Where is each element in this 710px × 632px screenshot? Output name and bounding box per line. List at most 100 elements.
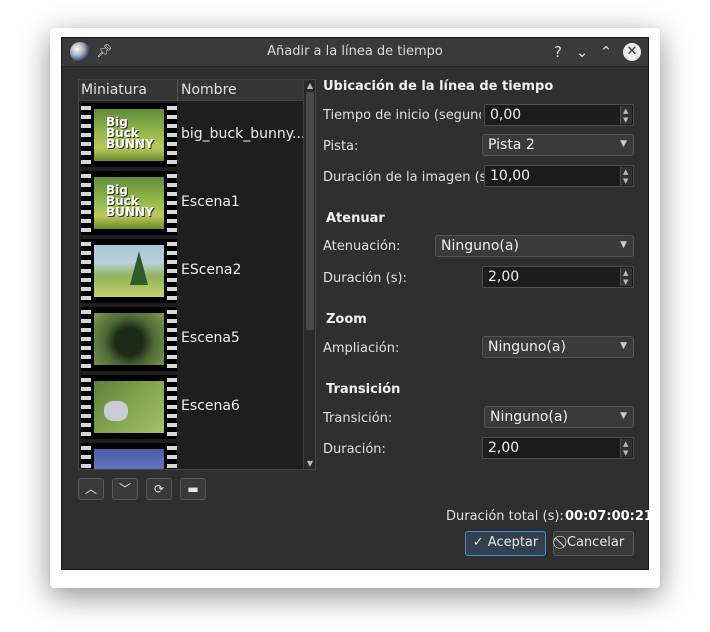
image-duration-spinbox[interactable]: 10,00 ▲ ▼ (484, 165, 634, 187)
move-down-button[interactable]: ﹀ (112, 478, 138, 500)
transition-duration-value: 2,00 (488, 440, 520, 456)
fade-value: Ninguno(a) (441, 238, 519, 254)
tree-shape (130, 251, 148, 285)
column-header-thumbnail[interactable]: Miniatura (81, 82, 147, 98)
title-bar[interactable]: 📌︎ Añadir a la línea de tiempo ? ⌄ ⌃ ✕ (62, 38, 648, 67)
scroll-up-arrow-icon[interactable]: ▲ (304, 80, 315, 91)
list-item[interactable]: EScena2 (79, 237, 303, 305)
film-perforation (167, 307, 177, 371)
chevron-down-icon: ▼ (620, 341, 627, 351)
section-heading-transition: Transición (326, 382, 401, 397)
thumbnail (81, 239, 177, 303)
item-name: EScena2 (181, 262, 242, 278)
refresh-icon: ⟳ (153, 482, 165, 496)
dialog-window: 📌︎ Añadir a la línea de tiempo ? ⌄ ⌃ ✕ M… (61, 37, 653, 570)
spin-arrows-icon[interactable]: ▲ ▼ (620, 439, 632, 457)
clip-list[interactable]: Miniatura Nombre Big Buck BUNNY big_buck_… (78, 79, 316, 470)
help-button[interactable]: ? (548, 42, 568, 62)
thumbnail (81, 375, 177, 439)
chevron-down-icon: ▼ (620, 240, 627, 250)
total-duration-value: 00:07:00:21 (565, 509, 653, 524)
total-duration-label: Duración total (s): (446, 509, 564, 524)
list-item[interactable]: Big Buck BUNNY Escena1 (79, 169, 303, 237)
bbb-logo: Big Buck BUNNY (106, 116, 164, 151)
list-item[interactable]: Big Buck BUNNY big_buck_bunny... (79, 101, 306, 169)
fade-label: Atenuación: (323, 239, 401, 254)
track-label: Pista: (323, 139, 359, 154)
section-heading-placement: Ubicación de la línea de tiempo (323, 79, 554, 94)
close-button[interactable]: ✕ (623, 43, 641, 61)
section-heading-fade: Atenuar (326, 211, 385, 226)
thumbnail-frame (94, 313, 164, 365)
item-name: Escena6 (181, 398, 240, 414)
move-up-button[interactable]: ︿ (78, 478, 104, 500)
film-perforation (81, 239, 91, 303)
film-perforation (81, 375, 91, 439)
spin-arrows-icon[interactable]: ▲ ▼ (620, 268, 632, 286)
fade-duration-spinbox[interactable]: 2,00 ▲ ▼ (482, 266, 634, 288)
thumbnail: Big Buck BUNNY (81, 171, 177, 235)
film-perforation (167, 443, 177, 469)
chevron-down-icon: ﹀ (118, 482, 131, 496)
thumbnail (81, 307, 177, 371)
zoom-label: Ampliación: (323, 341, 400, 356)
start-time-label: Tiempo de inicio (segundos (323, 108, 481, 123)
logo-line: BUNNY (106, 205, 154, 219)
start-time-value: 0,00 (490, 107, 522, 123)
film-perforation (81, 103, 91, 167)
cancel-button[interactable]: ⃠ Cancelar (553, 531, 634, 556)
zoom-combobox[interactable]: Ninguno(a) ▼ (482, 336, 634, 358)
track-combobox[interactable]: Pista 2 ▼ (482, 134, 634, 156)
transition-value: Ninguno(a) (490, 409, 568, 425)
maximize-button[interactable]: ⌃ (596, 42, 616, 62)
thumbnail-frame (94, 449, 164, 469)
bbb-logo: Big Buck BUNNY (106, 184, 164, 219)
film-perforation (81, 171, 91, 235)
zoom-value: Ninguno(a) (488, 339, 566, 355)
accept-button[interactable]: ✓ Aceptar (465, 531, 546, 556)
bunny-shape (104, 401, 128, 421)
thumbnail-frame: Big Buck BUNNY (94, 177, 164, 229)
item-name: Escena5 (181, 330, 240, 346)
list-item[interactable] (79, 441, 303, 469)
fade-combobox[interactable]: Ninguno(a) ▼ (435, 235, 634, 257)
column-divider (177, 80, 178, 101)
image-duration-value: 10,00 (490, 168, 531, 184)
thumbnail (81, 443, 177, 469)
film-perforation (81, 307, 91, 371)
section-heading-zoom: Zoom (326, 312, 367, 327)
thumbnail: Big Buck BUNNY (81, 103, 177, 167)
logo-line: BUNNY (106, 137, 154, 151)
transition-duration-spinbox[interactable]: 2,00 ▲ ▼ (482, 437, 634, 459)
spin-arrows-icon[interactable]: ▲ ▼ (620, 167, 632, 185)
fade-duration-value: 2,00 (488, 269, 520, 285)
column-header-name[interactable]: Nombre (181, 82, 237, 98)
scroll-down-arrow-icon[interactable]: ▼ (304, 458, 315, 469)
list-scrollbar[interactable]: ▲ ▼ (303, 80, 315, 469)
thumbnail-frame: Big Buck BUNNY (94, 109, 164, 161)
scrollbar-thumb[interactable] (306, 92, 314, 330)
image-duration-label: Duración de la imagen (s) (323, 170, 492, 185)
list-item[interactable]: Escena6 (79, 373, 303, 441)
remove-button[interactable]: ▬ (180, 478, 206, 500)
thumbnail-frame (94, 245, 164, 297)
start-time-spinbox[interactable]: 0,00 ▲ ▼ (484, 104, 634, 126)
film-perforation (81, 443, 91, 469)
minimize-button[interactable]: ⌄ (572, 42, 592, 62)
thumbnail-frame (94, 381, 164, 433)
chevron-down-icon: ▼ (620, 411, 627, 421)
list-item[interactable]: Escena5 (79, 305, 303, 373)
minus-icon: ▬ (187, 482, 199, 496)
chevron-up-icon: ︿ (84, 482, 97, 496)
film-perforation (167, 239, 177, 303)
track-value: Pista 2 (488, 137, 535, 153)
film-perforation (167, 171, 177, 235)
item-name: Escena1 (181, 194, 240, 210)
spin-arrows-icon[interactable]: ▲ ▼ (620, 106, 632, 124)
film-perforation (167, 375, 177, 439)
reload-button[interactable]: ⟳ (146, 478, 172, 500)
list-header: Miniatura Nombre (79, 80, 303, 101)
transition-combobox[interactable]: Ninguno(a) ▼ (484, 406, 634, 428)
film-perforation (167, 103, 177, 167)
item-name: big_buck_bunny... (181, 126, 306, 142)
